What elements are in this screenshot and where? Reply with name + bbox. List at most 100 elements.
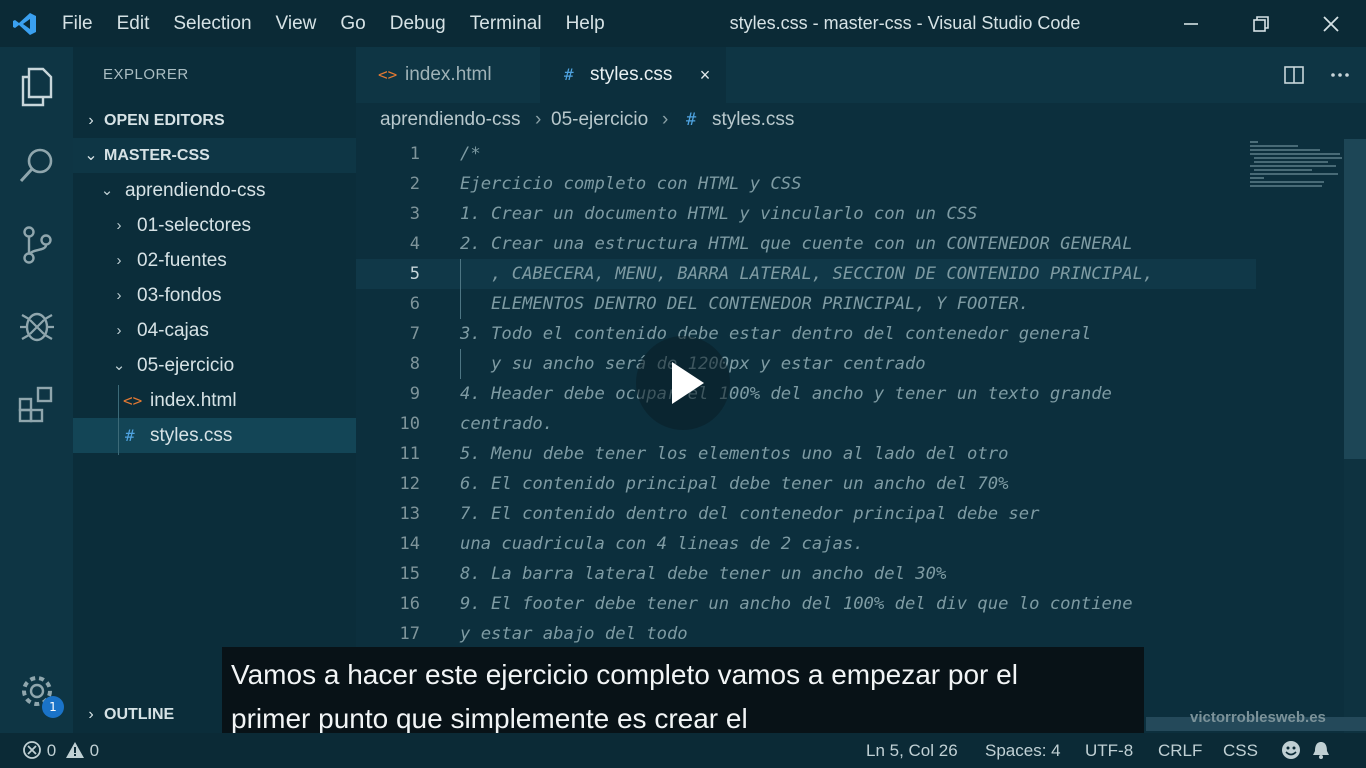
status-bar: 0 0 Ln 5, Col 26 Spaces: 4 UTF-8 CRLF CS… bbox=[0, 733, 1366, 768]
minimap[interactable] bbox=[1248, 139, 1344, 199]
watermark: victorroblesweb.es bbox=[1190, 709, 1326, 726]
tab-styles-css[interactable]: # styles.css × bbox=[540, 47, 726, 103]
vertical-scrollbar-thumb[interactable] bbox=[1344, 139, 1366, 459]
debug-icon[interactable] bbox=[0, 295, 73, 355]
menu-edit[interactable]: Edit bbox=[105, 0, 162, 47]
close-tab-icon[interactable]: × bbox=[693, 47, 717, 103]
files-icon[interactable] bbox=[0, 57, 73, 117]
tree-item-04-cajas[interactable]: › 04-cajas bbox=[73, 313, 356, 348]
code-line: 15 8. La barra lateral debe tener un anch… bbox=[356, 559, 1256, 589]
breadcrumb-separator: › bbox=[662, 109, 669, 130]
menu-go[interactable]: Go bbox=[328, 0, 377, 47]
breadcrumb-separator: › bbox=[535, 109, 542, 130]
line-number: 13 bbox=[399, 504, 420, 524]
css-file-icon: # bbox=[686, 110, 697, 130]
error-icon bbox=[23, 741, 41, 759]
line-number: 6 bbox=[409, 294, 420, 314]
menu-file[interactable]: File bbox=[50, 0, 105, 47]
code-line: 7 3. Todo el contenido debe estar dentro … bbox=[356, 319, 1256, 349]
line-text: 9. El footer debe tener un ancho del 100… bbox=[460, 594, 1133, 614]
bell-icon[interactable] bbox=[1310, 733, 1332, 768]
warning-icon bbox=[65, 742, 84, 758]
chevron-right-icon: › bbox=[88, 706, 94, 723]
indentation-setting[interactable]: Spaces: 4 bbox=[985, 733, 1061, 768]
more-actions-icon[interactable] bbox=[1324, 59, 1356, 91]
css-file-icon: # bbox=[125, 426, 135, 445]
settings-badge: 1 bbox=[42, 696, 64, 718]
tab-index-html[interactable]: <> index.html bbox=[356, 47, 540, 103]
line-text: , CABECERA, MENU, BARRA LATERAL, SECCION… bbox=[460, 264, 1154, 284]
chevron-right-icon: › bbox=[116, 252, 122, 269]
menu-debug[interactable]: Debug bbox=[378, 0, 458, 47]
editor-actions bbox=[1278, 47, 1356, 103]
outline-section[interactable]: › OUTLINE bbox=[73, 697, 222, 733]
tree-item-05-ejercicio[interactable]: ⌄ 05-ejercicio bbox=[73, 348, 356, 383]
tree-item-styles-css[interactable]: # styles.css bbox=[73, 418, 356, 453]
menu-terminal[interactable]: Terminal bbox=[458, 0, 554, 47]
breadcrumb-styles-css[interactable]: styles.css bbox=[712, 109, 794, 131]
encoding-setting[interactable]: UTF-8 bbox=[1085, 733, 1133, 768]
chevron-down-icon: ⌄ bbox=[112, 357, 126, 374]
open-editors-section[interactable]: › OPEN EDITORS bbox=[73, 103, 356, 138]
tree-item-aprendiendo-css[interactable]: ⌄ aprendiendo-css bbox=[73, 173, 356, 208]
activity-bar bbox=[0, 47, 73, 733]
chevron-right-icon: › bbox=[88, 112, 94, 129]
line-text: 8. La barra lateral debe tener un ancho … bbox=[460, 564, 947, 584]
eol-setting[interactable]: CRLF bbox=[1158, 733, 1202, 768]
video-subtitle: Vamos a hacer este ejercicio completo va… bbox=[222, 647, 1144, 736]
tree-item-01-selectores[interactable]: › 01-selectores bbox=[73, 208, 356, 243]
restore-icon[interactable] bbox=[1226, 0, 1296, 47]
line-text: y estar abajo del todo bbox=[460, 624, 688, 644]
breadcrumb-aprendiendo-css[interactable]: aprendiendo-css bbox=[380, 109, 520, 131]
code-line: 6 ELEMENTOS DENTRO DEL CONTENEDOR PRINCI… bbox=[356, 289, 1256, 319]
extensions-icon[interactable] bbox=[0, 375, 73, 435]
line-text: Ejercicio completo con HTML y CSS bbox=[460, 174, 802, 194]
code-line: 17 y estar abajo del todo bbox=[356, 619, 1256, 649]
source-control-icon[interactable] bbox=[0, 215, 73, 275]
split-editor-icon[interactable] bbox=[1278, 59, 1310, 91]
tree-item-02-fuentes[interactable]: › 02-fuentes bbox=[73, 243, 356, 278]
workspace-section[interactable]: ⌄ MASTER-CSS bbox=[73, 138, 356, 173]
code-editor[interactable]: 1 /* 2 Ejercicio completo con HTML y CSS 3… bbox=[356, 139, 1366, 733]
html-file-icon: <> bbox=[123, 391, 143, 410]
breadcrumb-05-ejercicio[interactable]: 05-ejercicio bbox=[551, 109, 648, 131]
tree-item-03-fondos[interactable]: › 03-fondos bbox=[73, 278, 356, 313]
line-number: 15 bbox=[399, 564, 420, 584]
search-icon[interactable] bbox=[0, 135, 73, 195]
code-line: 1 /* bbox=[356, 139, 1256, 169]
explorer-sidebar: EXPLORER › OPEN EDITORS ⌄ MASTER-CSS ⌄ a… bbox=[73, 47, 356, 733]
subtitle-line: Vamos a hacer este ejercicio completo va… bbox=[231, 659, 1018, 690]
title-bar: File Edit Selection View Go Debug Termin… bbox=[0, 0, 1366, 47]
problems-indicator[interactable]: 0 0 bbox=[22, 733, 99, 768]
language-mode[interactable]: CSS bbox=[1223, 733, 1258, 768]
line-text: 6. El contenido principal debe tener un … bbox=[460, 474, 1009, 494]
code-line: 10 centrado. bbox=[356, 409, 1256, 439]
close-icon[interactable] bbox=[1296, 0, 1366, 47]
error-count: 0 bbox=[46, 741, 57, 760]
feedback-icon[interactable] bbox=[1280, 733, 1302, 768]
vscode-logo-icon bbox=[0, 0, 50, 47]
line-number: 8 bbox=[409, 354, 420, 374]
tree-item-index-html[interactable]: <> index.html bbox=[73, 383, 356, 418]
code-line: 4 2. Crear una estructura HTML que cuente… bbox=[356, 229, 1256, 259]
tree-indent-guide bbox=[118, 385, 119, 455]
cursor-position[interactable]: Ln 5, Col 26 bbox=[866, 733, 958, 768]
line-number: 3 bbox=[409, 204, 420, 224]
code-line: 14 una cuadricula con 4 lineas de 2 cajas… bbox=[356, 529, 1256, 559]
menu-view[interactable]: View bbox=[264, 0, 329, 47]
menu-selection[interactable]: Selection bbox=[161, 0, 263, 47]
line-number: 9 bbox=[409, 384, 420, 404]
code-line: 9 4. Header debe ocupar el 100% del ancho… bbox=[356, 379, 1256, 409]
chevron-right-icon: › bbox=[116, 217, 122, 234]
code-line: 3 1. Crear un documento HTML y vincularlo… bbox=[356, 199, 1256, 229]
minimize-icon[interactable] bbox=[1156, 0, 1226, 47]
menu-bar: File Edit Selection View Go Debug Termin… bbox=[50, 0, 617, 47]
line-number: 7 bbox=[409, 324, 420, 344]
menu-help[interactable]: Help bbox=[554, 0, 617, 47]
play-icon[interactable] bbox=[636, 336, 730, 430]
chevron-down-icon: ⌄ bbox=[100, 182, 114, 199]
warning-count: 0 bbox=[89, 741, 100, 760]
chevron-right-icon: › bbox=[116, 322, 122, 339]
chevron-right-icon: › bbox=[116, 287, 122, 304]
code-line: 16 9. El footer debe tener un ancho del 1… bbox=[356, 589, 1256, 619]
